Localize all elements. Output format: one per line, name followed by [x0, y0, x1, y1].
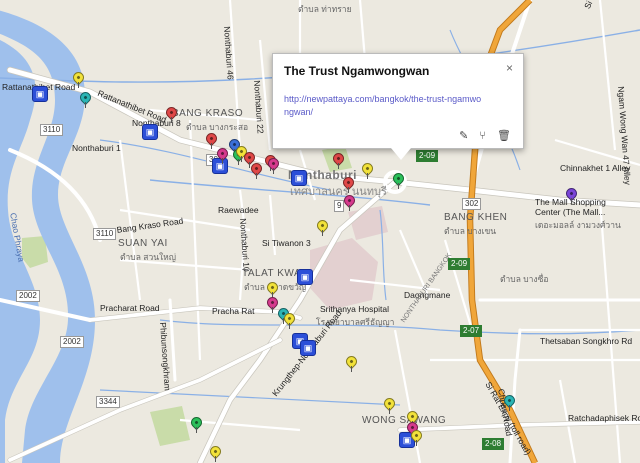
label-bang-khen-th: ตำบล บางเขน	[444, 226, 497, 236]
label-pracharat-road: Pracharat Road	[100, 303, 160, 313]
pin-tail	[509, 405, 510, 411]
pin-tail	[211, 143, 212, 149]
label-top-th: ตำบล ท่าทราย	[298, 4, 352, 14]
info-window-link[interactable]: http://newpattaya.com/bangkok/the-trust-…	[284, 93, 484, 119]
pin-tail	[85, 102, 86, 108]
pin-tail	[416, 440, 417, 446]
label-bang-khen: BANG KHEN	[444, 212, 508, 223]
style-icon[interactable]: ⑂	[479, 130, 486, 142]
info-window: The Trust Ngamwongwan × http://newpattay…	[272, 53, 524, 160]
shield-expressway: 2-09	[448, 258, 471, 270]
pin-tail	[367, 173, 368, 179]
shield-expressway: 2-09	[416, 150, 439, 162]
shield-302: 302	[462, 198, 482, 210]
pin-tail	[398, 183, 399, 189]
label-suan-yai: SUAN YAI	[118, 238, 168, 249]
info-window-title: The Trust Ngamwongwan	[284, 64, 430, 78]
label-bang-sue-th: ตำบล บางซื่อ	[500, 274, 549, 284]
label-suan-yai-th: ตำบล สวนใหญ่	[120, 252, 177, 262]
label-ratchadaphisek: Ratchadaphisek Road	[568, 413, 640, 423]
label-si-tiwanon: Si Tiwanon 3	[262, 238, 311, 248]
shield-3110: 3110	[93, 228, 117, 240]
pin-tail	[349, 205, 350, 211]
pin-tail	[272, 307, 273, 313]
label-nonthaburi-1: Nonthaburi 1	[72, 143, 121, 153]
pin-tail	[322, 230, 323, 236]
pin-tail	[222, 158, 223, 164]
shield-expressway: 2-08	[482, 438, 505, 450]
label-bang-kraso: BANG KRASO	[172, 108, 244, 119]
label-chinnakhet: Chinnakhet 1 Alley	[560, 163, 631, 173]
train-station-icon[interactable]: ▣	[291, 170, 307, 186]
train-station-icon[interactable]: ▣	[300, 340, 316, 356]
pin-tail	[273, 168, 274, 174]
pin-tail	[238, 159, 239, 165]
pin-tail	[241, 156, 242, 162]
pin-tail	[256, 173, 257, 179]
info-window-tools: ✎ ⑂ 🗑	[451, 129, 511, 142]
pin-tail	[348, 187, 349, 193]
train-station-icon[interactable]: ▣	[297, 269, 313, 285]
label-thetsaban: Thetsaban Songkhro Rd	[540, 336, 633, 346]
pin-tail	[215, 456, 216, 462]
pin-tail	[389, 408, 390, 414]
train-station-icon[interactable]: ▣	[142, 124, 158, 140]
pin-tail	[78, 82, 79, 88]
label-pracha-rat: Pracha Rat	[212, 306, 255, 316]
label-raewadee: Raewadee	[218, 205, 259, 215]
shield-2002: 2002	[60, 336, 84, 348]
pin-tail	[338, 163, 339, 169]
pin-tail	[571, 198, 572, 204]
shield-expressway: 2-07	[460, 325, 483, 337]
delete-icon[interactable]: 🗑	[497, 130, 511, 142]
close-icon[interactable]: ×	[506, 61, 513, 75]
pin-tail	[196, 427, 197, 433]
train-station-icon[interactable]: ▣	[32, 86, 48, 102]
pin-tail	[171, 117, 172, 123]
shield-2002: 2002	[16, 290, 40, 302]
shield-3344: 3344	[96, 396, 120, 408]
label-bang-kraso-th: ตำบล บางกระสอ	[186, 122, 249, 132]
label-the-mall-th: เดอะมอลล์ งามวงศ์วาน	[535, 220, 621, 230]
pin-tail	[351, 366, 352, 372]
shield-3110: 3110	[40, 124, 64, 136]
label-the-mall: The Mall Shopping Center (The Mall...	[535, 197, 606, 217]
pin-tail	[289, 323, 290, 329]
label-wong-sawang: WONG SAWANG	[362, 415, 447, 426]
edit-icon[interactable]: ✎	[459, 130, 468, 142]
train-station-icon[interactable]: ▣	[212, 158, 228, 174]
